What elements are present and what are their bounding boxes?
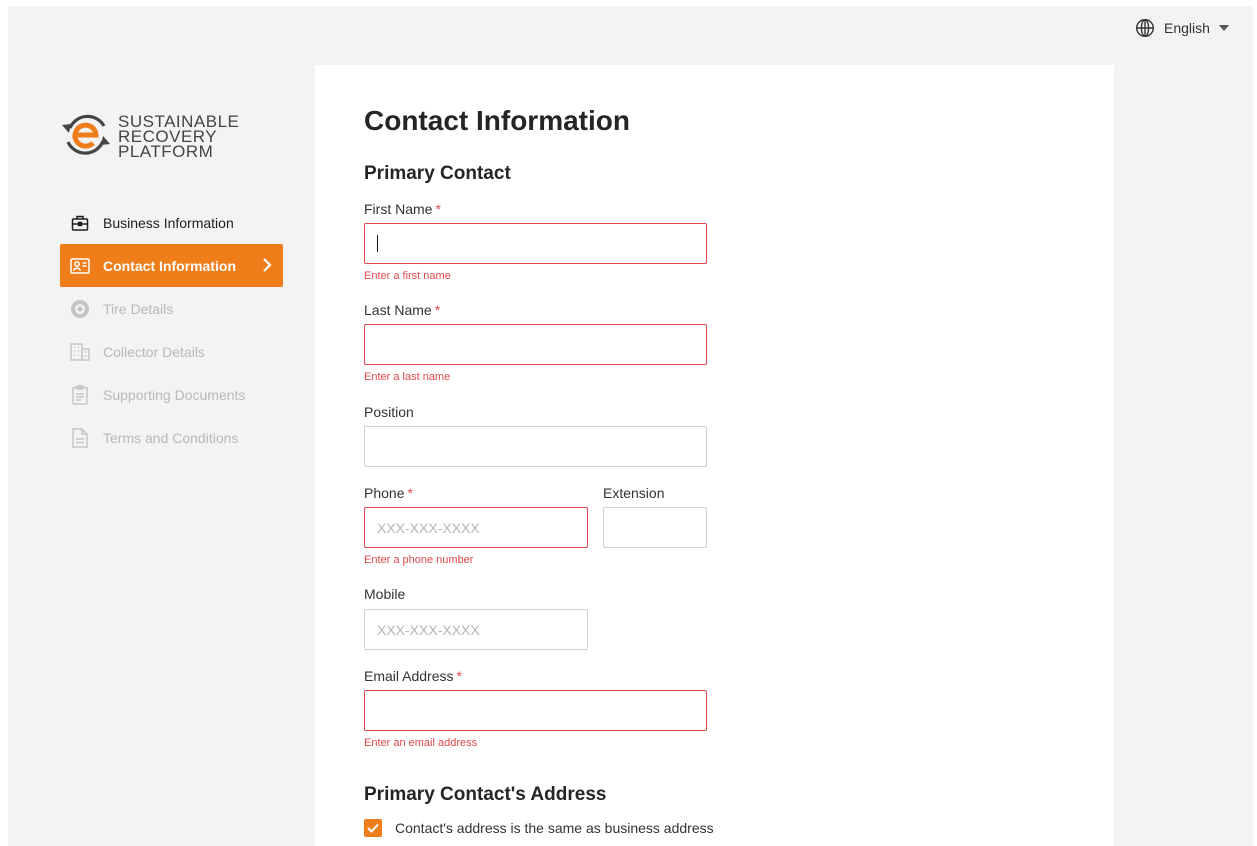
sidebar-item-business-information[interactable]: Business Information [60, 201, 283, 244]
first-name-label: First Name * [364, 201, 441, 217]
sidebar-item-label: Tire Details [103, 300, 174, 317]
contact-card-icon [70, 256, 90, 276]
mobile-label: Mobile [364, 586, 406, 602]
clipboard-icon [70, 384, 90, 405]
extension-field[interactable] [603, 507, 707, 548]
same-address-checkbox[interactable] [364, 819, 382, 837]
extension-label: Extension [603, 485, 665, 501]
phone-label: Phone * [364, 485, 413, 501]
email-label: Email Address * [364, 668, 462, 684]
required-marker: * [456, 668, 462, 684]
language-selector[interactable]: English [1135, 18, 1229, 38]
position-label: Position [364, 404, 414, 420]
logo-mark-icon [60, 108, 112, 165]
last-name-label: Last Name * [364, 302, 441, 318]
chevron-down-icon [1218, 25, 1229, 31]
sidebar-item-label: Terms and Conditions [103, 429, 239, 446]
sidebar-item-collector-details[interactable]: Collector Details [60, 330, 283, 373]
position-field[interactable] [364, 426, 707, 467]
last-name-field[interactable] [364, 324, 707, 365]
sidebar-item-label: Collector Details [103, 343, 205, 360]
sidebar-item-label: Contact Information [103, 257, 236, 274]
phone-field[interactable] [364, 507, 588, 548]
mobile-field[interactable] [364, 609, 588, 650]
language-label: English [1164, 20, 1210, 36]
last-name-error: Enter a last name [364, 371, 451, 383]
briefcase-icon [70, 213, 90, 233]
sidebar-item-label: Supporting Documents [103, 386, 246, 403]
email-field[interactable] [364, 690, 707, 731]
globe-icon [1135, 18, 1155, 38]
first-name-field[interactable] [364, 223, 707, 264]
logo-text: SUSTAINABLE RECOVERY PLATFORM [118, 112, 240, 161]
text-cursor [377, 235, 378, 252]
phone-error: Enter a phone number [364, 554, 474, 566]
sidebar-item-label: Business Information [103, 214, 234, 231]
document-icon [70, 427, 90, 448]
checkmark-icon [367, 823, 379, 833]
required-marker: * [434, 302, 441, 318]
sidebar-item-contact-information[interactable]: Contact Information [60, 244, 283, 287]
page-title: Contact Information [364, 105, 630, 136]
logo: SUSTAINABLE RECOVERY PLATFORM [60, 108, 239, 165]
same-address-label: Contact's address is the same as busines… [395, 820, 714, 836]
building-icon [70, 342, 90, 362]
section-title-primary-contact: Primary Contact [364, 163, 511, 184]
form-card: Contact Information Primary Contact Firs… [315, 65, 1114, 846]
tire-icon [70, 299, 90, 319]
required-marker: * [407, 485, 413, 501]
first-name-error: Enter a first name [364, 270, 451, 282]
section-title-contact-address: Primary Contact's Address [364, 784, 607, 805]
sidebar-nav: Business Information Contact Information… [60, 201, 283, 459]
required-marker: * [435, 201, 441, 217]
sidebar-item-tire-details[interactable]: Tire Details [60, 287, 283, 330]
email-error: Enter an email address [364, 737, 478, 749]
same-address-option: Contact's address is the same as busines… [364, 819, 714, 837]
chevron-right-icon [262, 257, 272, 276]
sidebar-item-terms-and-conditions[interactable]: Terms and Conditions [60, 416, 283, 459]
sidebar-item-supporting-documents[interactable]: Supporting Documents [60, 373, 283, 416]
